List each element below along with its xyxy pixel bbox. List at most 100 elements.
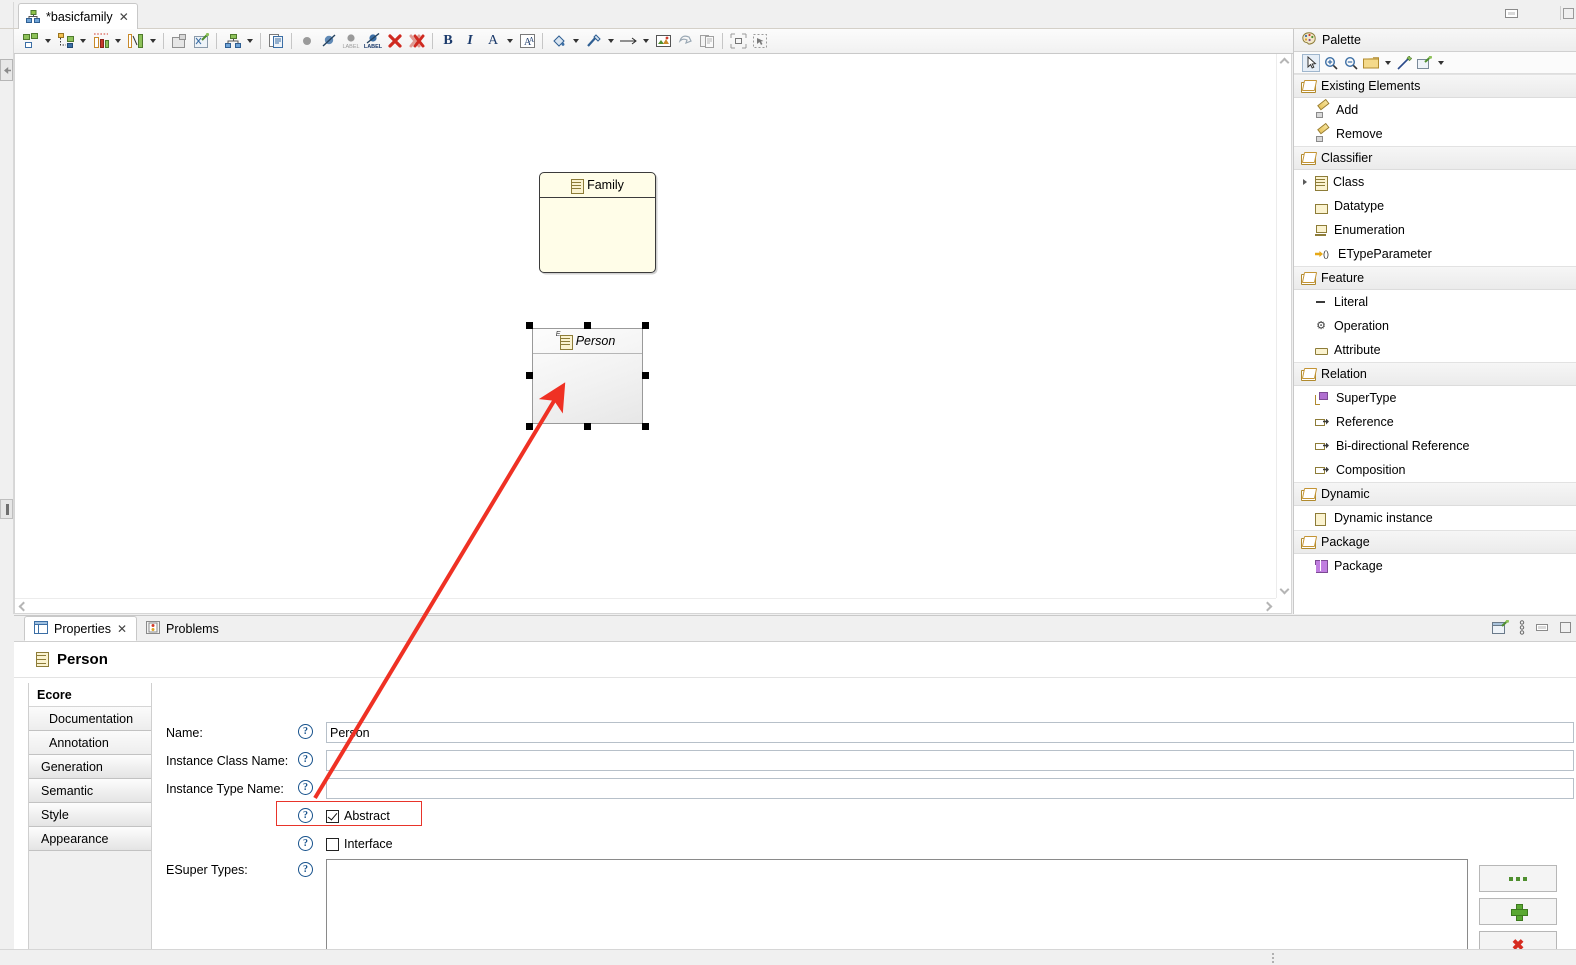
chevron-down-icon[interactable] [504, 31, 515, 51]
palette-item-package[interactable]: Package [1294, 554, 1576, 578]
generic-shape-icon[interactable] [1415, 54, 1433, 72]
palette-item-operation[interactable]: ⚙ Operation [1294, 314, 1576, 338]
browse-button[interactable] [1479, 865, 1557, 892]
delete-red-x-icon[interactable] [384, 31, 406, 52]
class-node-person[interactable]: E Person [532, 328, 643, 424]
arrow-line-icon[interactable] [618, 31, 640, 52]
instance-type-name-help-icon[interactable]: ? [298, 780, 313, 795]
label-blue-icon[interactable]: LABEL [362, 31, 384, 52]
image-style-icon[interactable] [652, 31, 674, 52]
checkbox-icon[interactable] [326, 809, 339, 823]
class-node-family[interactable]: Family [539, 172, 656, 273]
minimized-view-tab[interactable] [0, 499, 13, 519]
dot-icon[interactable] [296, 31, 318, 52]
delete-double-x-icon[interactable] [406, 31, 428, 52]
chevron-down-icon[interactable] [605, 31, 616, 51]
font-dialog-icon[interactable]: A A [516, 31, 538, 52]
align-icon[interactable] [125, 31, 147, 52]
side-tab-style[interactable]: Style [29, 803, 151, 827]
scroll-down-icon[interactable] [1277, 583, 1292, 598]
diagram-canvas[interactable]: Family E Person [15, 54, 1276, 598]
canvas-vertical-scrollbar[interactable] [1276, 54, 1291, 598]
zoom-in-icon[interactable] [1322, 54, 1340, 72]
tab-properties[interactable]: Properties ✕ [24, 616, 138, 641]
side-tab-appearance[interactable]: Appearance [29, 827, 151, 851]
name-input[interactable]: Person [326, 722, 1574, 743]
side-tab-ecore[interactable]: Ecore [29, 683, 151, 707]
new-view-icon[interactable] [1492, 619, 1509, 638]
palette-item-attribute[interactable]: Attribute [1294, 338, 1576, 362]
palette-group-package[interactable]: Package [1294, 530, 1576, 554]
palette-group-dynamic[interactable]: Dynamic [1294, 482, 1576, 506]
side-tab-generation[interactable]: Generation [29, 755, 151, 779]
palette-item-literal[interactable]: Literal [1294, 290, 1576, 314]
palette-group-classifier[interactable]: Classifier [1294, 146, 1576, 170]
palette-item-add[interactable]: Add [1294, 98, 1576, 122]
chevron-down-icon[interactable] [640, 31, 651, 51]
interface-checkbox[interactable]: Interface [326, 837, 393, 851]
note-line-icon[interactable] [1395, 54, 1413, 72]
chevron-down-icon[interactable] [77, 31, 88, 51]
line-color-icon[interactable] [583, 31, 605, 52]
chevron-down-icon[interactable] [147, 31, 158, 51]
copy-appearance-icon[interactable] [265, 31, 287, 52]
hide-element-icon[interactable] [168, 31, 190, 52]
editor-tab-basicfamily[interactable]: *basicfamily ✕ [18, 3, 138, 29]
palette-item-enumeration[interactable]: Enumeration [1294, 218, 1576, 242]
paste-layout-icon[interactable] [55, 31, 77, 52]
instance-type-name-input[interactable] [326, 778, 1574, 799]
palette-item-etypeparameter[interactable]: () ETypeParameter [1294, 242, 1576, 266]
pin-element-icon[interactable] [190, 31, 212, 52]
chevron-down-icon[interactable] [1435, 53, 1446, 73]
arrange-all-icon[interactable] [222, 31, 244, 52]
resize-grip[interactable] [1272, 953, 1275, 963]
side-tab-annotation[interactable]: Annotation [29, 731, 151, 755]
palette-group-relation[interactable]: Relation [1294, 362, 1576, 386]
minimize-icon[interactable] [1535, 622, 1549, 636]
esuper-types-help-icon[interactable]: ? [298, 862, 313, 877]
palette-item-bidirectional-reference[interactable]: Bi-directional Reference [1294, 434, 1576, 458]
palette-item-dynamic-instance[interactable]: ✦ Dynamic instance [1294, 506, 1576, 530]
scroll-right-icon[interactable] [1261, 599, 1276, 614]
chevron-down-icon[interactable] [1382, 53, 1393, 73]
tab-problems[interactable]: Problems [137, 616, 228, 641]
restore-minimized-view-icon[interactable] [0, 59, 13, 81]
interface-help-icon[interactable]: ? [298, 836, 313, 851]
palette-item-remove[interactable]: Remove [1294, 122, 1576, 146]
view-menu-icon[interactable] [1519, 620, 1525, 638]
scroll-up-icon[interactable] [1277, 54, 1292, 69]
instance-class-name-input[interactable] [326, 750, 1574, 771]
palette-group-existing-elements[interactable]: Existing Elements [1294, 74, 1576, 98]
chevron-down-icon[interactable] [570, 31, 581, 51]
palette-item-supertype[interactable]: SuperType [1294, 386, 1576, 410]
instance-class-name-help-icon[interactable]: ? [298, 752, 313, 767]
chevron-down-icon[interactable] [112, 31, 123, 51]
zoom-out-icon[interactable] [1342, 54, 1360, 72]
add-button[interactable] [1479, 898, 1557, 925]
side-tab-semantic[interactable]: Semantic [29, 779, 151, 803]
maximize-icon[interactable] [1559, 621, 1572, 637]
reset-style-icon[interactable] [674, 31, 696, 52]
close-icon[interactable]: ✕ [117, 623, 127, 635]
close-icon[interactable]: ✕ [119, 11, 129, 23]
bold-icon[interactable]: B [437, 31, 459, 52]
chevron-down-icon[interactable] [244, 31, 255, 51]
checkbox-icon[interactable] [326, 837, 339, 851]
italic-icon[interactable]: I [459, 31, 481, 52]
palette-item-datatype[interactable]: Datatype [1294, 194, 1576, 218]
side-tab-documentation[interactable]: Documentation [29, 707, 151, 731]
container-icon[interactable] [20, 31, 42, 52]
diagram-editor[interactable]: Family E Person [14, 54, 1292, 614]
class-node-compartment[interactable] [540, 198, 655, 271]
select-region-icon[interactable] [749, 31, 771, 52]
abstract-help-icon[interactable]: ? [298, 808, 313, 823]
minimize-icon[interactable] [1505, 9, 1518, 18]
palette-item-class[interactable]: Class [1294, 170, 1576, 194]
arrow-cursor-icon[interactable] [1302, 53, 1320, 72]
fill-color-icon[interactable] [548, 31, 570, 52]
abstract-checkbox[interactable]: Abstract [326, 809, 390, 823]
label-gray-icon[interactable]: LABEL [340, 31, 362, 52]
note-icon[interactable] [1362, 54, 1380, 72]
scroll-left-icon[interactable] [15, 599, 30, 614]
palette-group-feature[interactable]: Feature [1294, 266, 1576, 290]
